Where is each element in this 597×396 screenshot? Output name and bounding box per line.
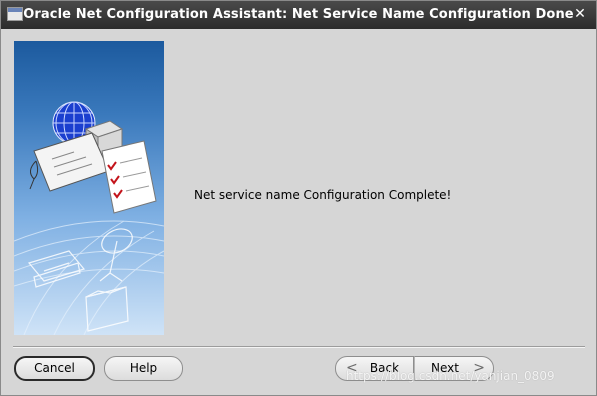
watermark-text: https://blog.csdn.net/yanjian_0809 xyxy=(346,369,555,383)
telephone-icon xyxy=(27,250,86,288)
wizard-illustration-art xyxy=(14,101,164,335)
cancel-button[interactable]: Cancel xyxy=(14,356,95,381)
help-button-label: Help xyxy=(129,361,158,375)
folder-icon xyxy=(85,286,129,332)
satellite-dish-icon xyxy=(99,228,133,282)
checklist-icon xyxy=(101,140,157,214)
wizard-illustration xyxy=(14,41,164,335)
title-bar[interactable]: Oracle Net Configuration Assistant: Net … xyxy=(1,1,596,29)
window-title: Oracle Net Configuration Assistant: Net … xyxy=(23,7,574,22)
cancel-button-label: Cancel xyxy=(34,361,75,375)
close-icon[interactable]: ✕ xyxy=(572,6,588,22)
completion-message: Net service name Configuration Complete! xyxy=(194,188,452,202)
button-divider xyxy=(13,346,585,348)
help-button[interactable]: Help xyxy=(104,356,183,381)
dialog-window: Oracle Net Configuration Assistant: Net … xyxy=(0,0,597,396)
